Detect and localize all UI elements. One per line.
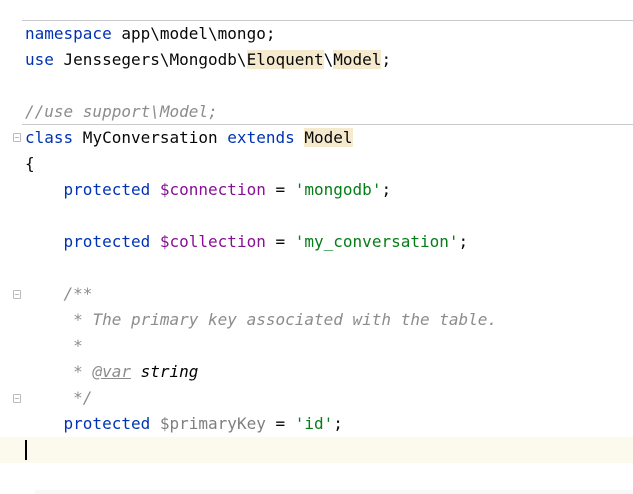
code-token: = [265,414,295,433]
code-line[interactable]: protected $collection = 'my_conversation… [25,229,469,255]
code-token: extends [227,128,295,147]
code-token: class [25,128,74,147]
code-token: MyConversation [73,128,228,147]
code-token: @var [92,362,131,381]
code-token: 'my_conversation' [294,232,459,251]
code-line[interactable]: //use support\Model; [25,99,218,125]
code-token: namespace [25,24,112,43]
code-token: \ [323,50,334,69]
code-token: use [25,50,54,69]
code-editor[interactable]: namespace app\model\mongo; use Jenssegers… [0,0,633,494]
code-token: string [130,362,199,381]
code-token: Eloquent [246,50,324,69]
code-line[interactable]: * @var string [25,359,198,385]
code-token: $primaryKey [159,414,266,433]
code-line[interactable]: * The primary key associated with the ta… [25,307,497,333]
code-token: Jenssegers\Mongodb\ [53,50,247,69]
code-token: /** [63,284,93,303]
code-line[interactable]: use Jenssegers\Mongodb\Eloquent\Model; [25,47,391,73]
code-token: Model [333,50,382,69]
code-token: * The primary key associated with the ta… [73,310,498,329]
code-token: ; [458,232,469,251]
code-line[interactable]: protected $primaryKey = 'id'; [25,411,343,437]
code-token: */ [73,388,93,407]
code-token: * [73,336,83,355]
code-token: //use support\Model; [25,102,218,121]
code-line[interactable]: * [25,333,83,359]
code-line[interactable]: { [25,151,35,177]
code-token: Model [304,128,353,147]
code-line[interactable]: /** [25,281,93,307]
code-line[interactable]: class MyConversation extends Model [25,125,353,151]
code-token: { [25,154,35,173]
code-token: ; [333,414,343,433]
code-token: protected [63,232,151,251]
code-line[interactable]: */ [25,385,92,411]
editor-bottom-strip [35,490,633,494]
code-token: * [73,362,93,381]
text-caret [25,440,27,460]
code-token: 'mongodb' [294,180,382,199]
code-line[interactable]: namespace app\model\mongo; [25,21,275,47]
code-area[interactable]: namespace app\model\mongo; use Jenssegers… [0,0,633,494]
code-token: 'id' [294,414,334,433]
code-token: protected [63,180,151,199]
code-token: app\model\mongo; [111,24,276,43]
code-token: $collection [159,232,266,251]
code-token: ; [381,180,392,199]
code-token: = [265,232,295,251]
code-token: = [265,180,295,199]
code-token: $connection [159,180,266,199]
code-token: protected [63,414,151,433]
code-line[interactable]: protected $connection = 'mongodb'; [25,177,392,203]
code-token: ; [381,50,392,69]
